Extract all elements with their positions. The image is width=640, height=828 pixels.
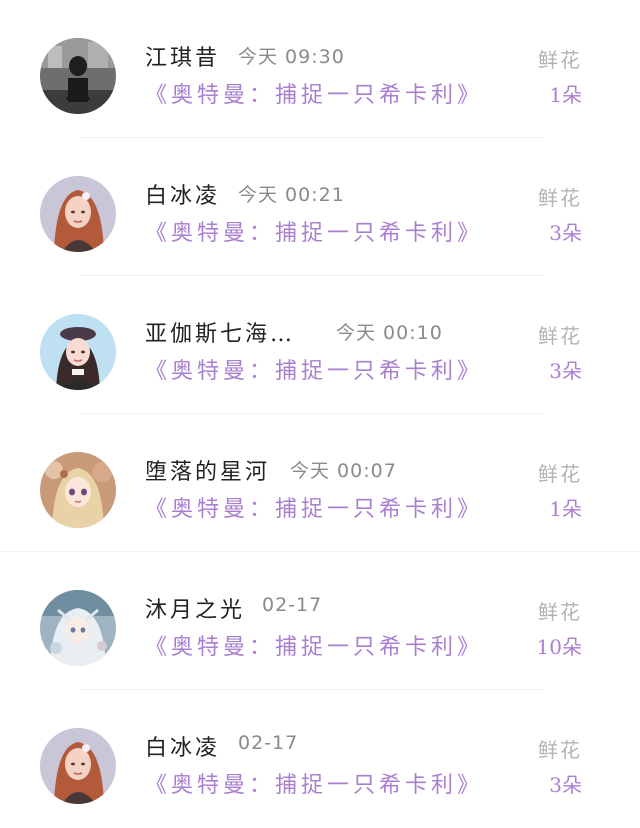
monochrome-photo-avatar-icon [40,38,116,114]
avatar[interactable] [40,176,116,252]
gift-count: 3朵 [549,359,582,383]
gift-type-label: 鲜花 [538,462,582,486]
list-item[interactable]: 亚伽斯七海… 今天 00:10 《奥特曼：捕捉一只希卡利》 鲜花 3朵 [0,276,640,414]
gift-count: 1朵 [549,83,582,107]
book-title-link[interactable]: 《奥特曼：捕捉一只希卡利》 [145,629,483,661]
timestamp: 今天 00:10 [336,322,443,344]
gift-count: 10朵 [536,635,582,659]
girl-portrait-avatar-icon [40,176,116,252]
book-title-link[interactable]: 《奥特曼：捕捉一只希卡利》 [145,215,483,247]
book-title-link[interactable]: 《奥特曼：捕捉一只希卡利》 [145,491,483,523]
anime-illustration-avatar-icon [40,590,116,666]
timestamp: 02-17 [262,594,323,616]
avatar[interactable] [40,314,116,390]
girl-with-beret-avatar-icon [40,314,116,390]
user-name[interactable]: 沐月之光 [145,592,245,624]
timestamp: 今天 00:21 [238,184,345,206]
gift-type-label: 鲜花 [538,600,582,624]
book-title-link[interactable]: 《奥特曼：捕捉一只希卡利》 [145,767,483,799]
gift-count: 3朵 [549,773,582,797]
user-name[interactable]: 白冰凌 [145,730,220,762]
gift-type-label: 鲜花 [538,738,582,762]
timestamp: 今天 00:07 [290,460,397,482]
gift-type-label: 鲜花 [538,324,582,348]
avatar[interactable] [40,590,116,666]
list-item[interactable]: 白冰凌 02-17 《奥特曼：捕捉一只希卡利》 鲜花 3朵 [0,690,640,828]
gift-count: 3朵 [549,221,582,245]
girl-portrait-avatar-icon [40,728,116,804]
gift-type-label: 鲜花 [538,186,582,210]
user-name[interactable]: 江琪昔 [145,40,220,72]
list-item[interactable]: 白冰凌 今天 00:21 《奥特曼：捕捉一只希卡利》 鲜花 3朵 [0,138,640,276]
avatar[interactable] [40,38,116,114]
avatar[interactable] [40,452,116,528]
avatar[interactable] [40,728,116,804]
book-title-link[interactable]: 《奥特曼：捕捉一只希卡利》 [145,353,483,385]
book-title-link[interactable]: 《奥特曼：捕捉一只希卡利》 [145,77,483,109]
timestamp: 今天 09:30 [238,46,345,68]
gift-list: 江琪昔 今天 09:30 《奥特曼：捕捉一只希卡利》 鲜花 1朵 白冰凌 今天 … [0,0,640,816]
user-name[interactable]: 白冰凌 [145,178,220,210]
timestamp: 02-17 [238,732,299,754]
list-item[interactable]: 沐月之光 02-17 《奥特曼：捕捉一只希卡利》 鲜花 10朵 [0,552,640,690]
list-item[interactable]: 堕落的星河 今天 00:07 《奥特曼：捕捉一只希卡利》 鲜花 1朵 [0,414,640,552]
list-item[interactable]: 江琪昔 今天 09:30 《奥特曼：捕捉一只希卡利》 鲜花 1朵 [0,0,640,138]
user-name[interactable]: 堕落的星河 [145,454,270,486]
gift-type-label: 鲜花 [538,48,582,72]
user-name[interactable]: 亚伽斯七海… [145,316,295,348]
gift-count: 1朵 [549,497,582,521]
anime-girl-avatar-icon [40,452,116,528]
